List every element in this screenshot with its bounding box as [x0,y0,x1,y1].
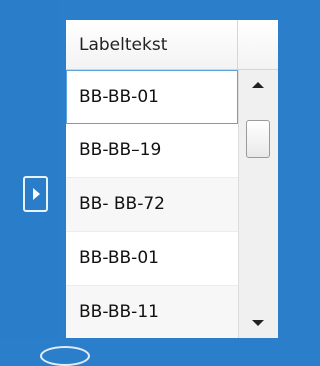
list: BB-BB-01 BB-BB–19 BB- BB-72 BB-BB-01 BB-… [66,70,238,338]
scrollbar-thumb[interactable] [246,120,270,158]
partial-control-outline [40,346,90,366]
expand-panel-button[interactable] [23,176,48,212]
list-item[interactable]: BB-BB-01 [66,70,238,124]
chevron-right-icon [33,188,40,200]
column-header[interactable]: Labeltekst [66,20,278,70]
arrow-down-icon[interactable] [252,320,264,326]
left-rail [0,0,58,352]
list-item[interactable]: BB-BB-11 [66,286,238,338]
header-divider [237,20,238,70]
arrow-up-icon[interactable] [252,82,264,88]
list-panel: Labeltekst BB-BB-01 BB-BB–19 BB- BB-72 B… [66,20,278,338]
vertical-scrollbar[interactable] [238,70,278,338]
list-item[interactable]: BB-BB–19 [66,124,238,178]
list-item[interactable]: BB- BB-72 [66,178,238,232]
list-item[interactable]: BB-BB-01 [66,232,238,286]
column-header-label: Labeltekst [79,35,168,55]
